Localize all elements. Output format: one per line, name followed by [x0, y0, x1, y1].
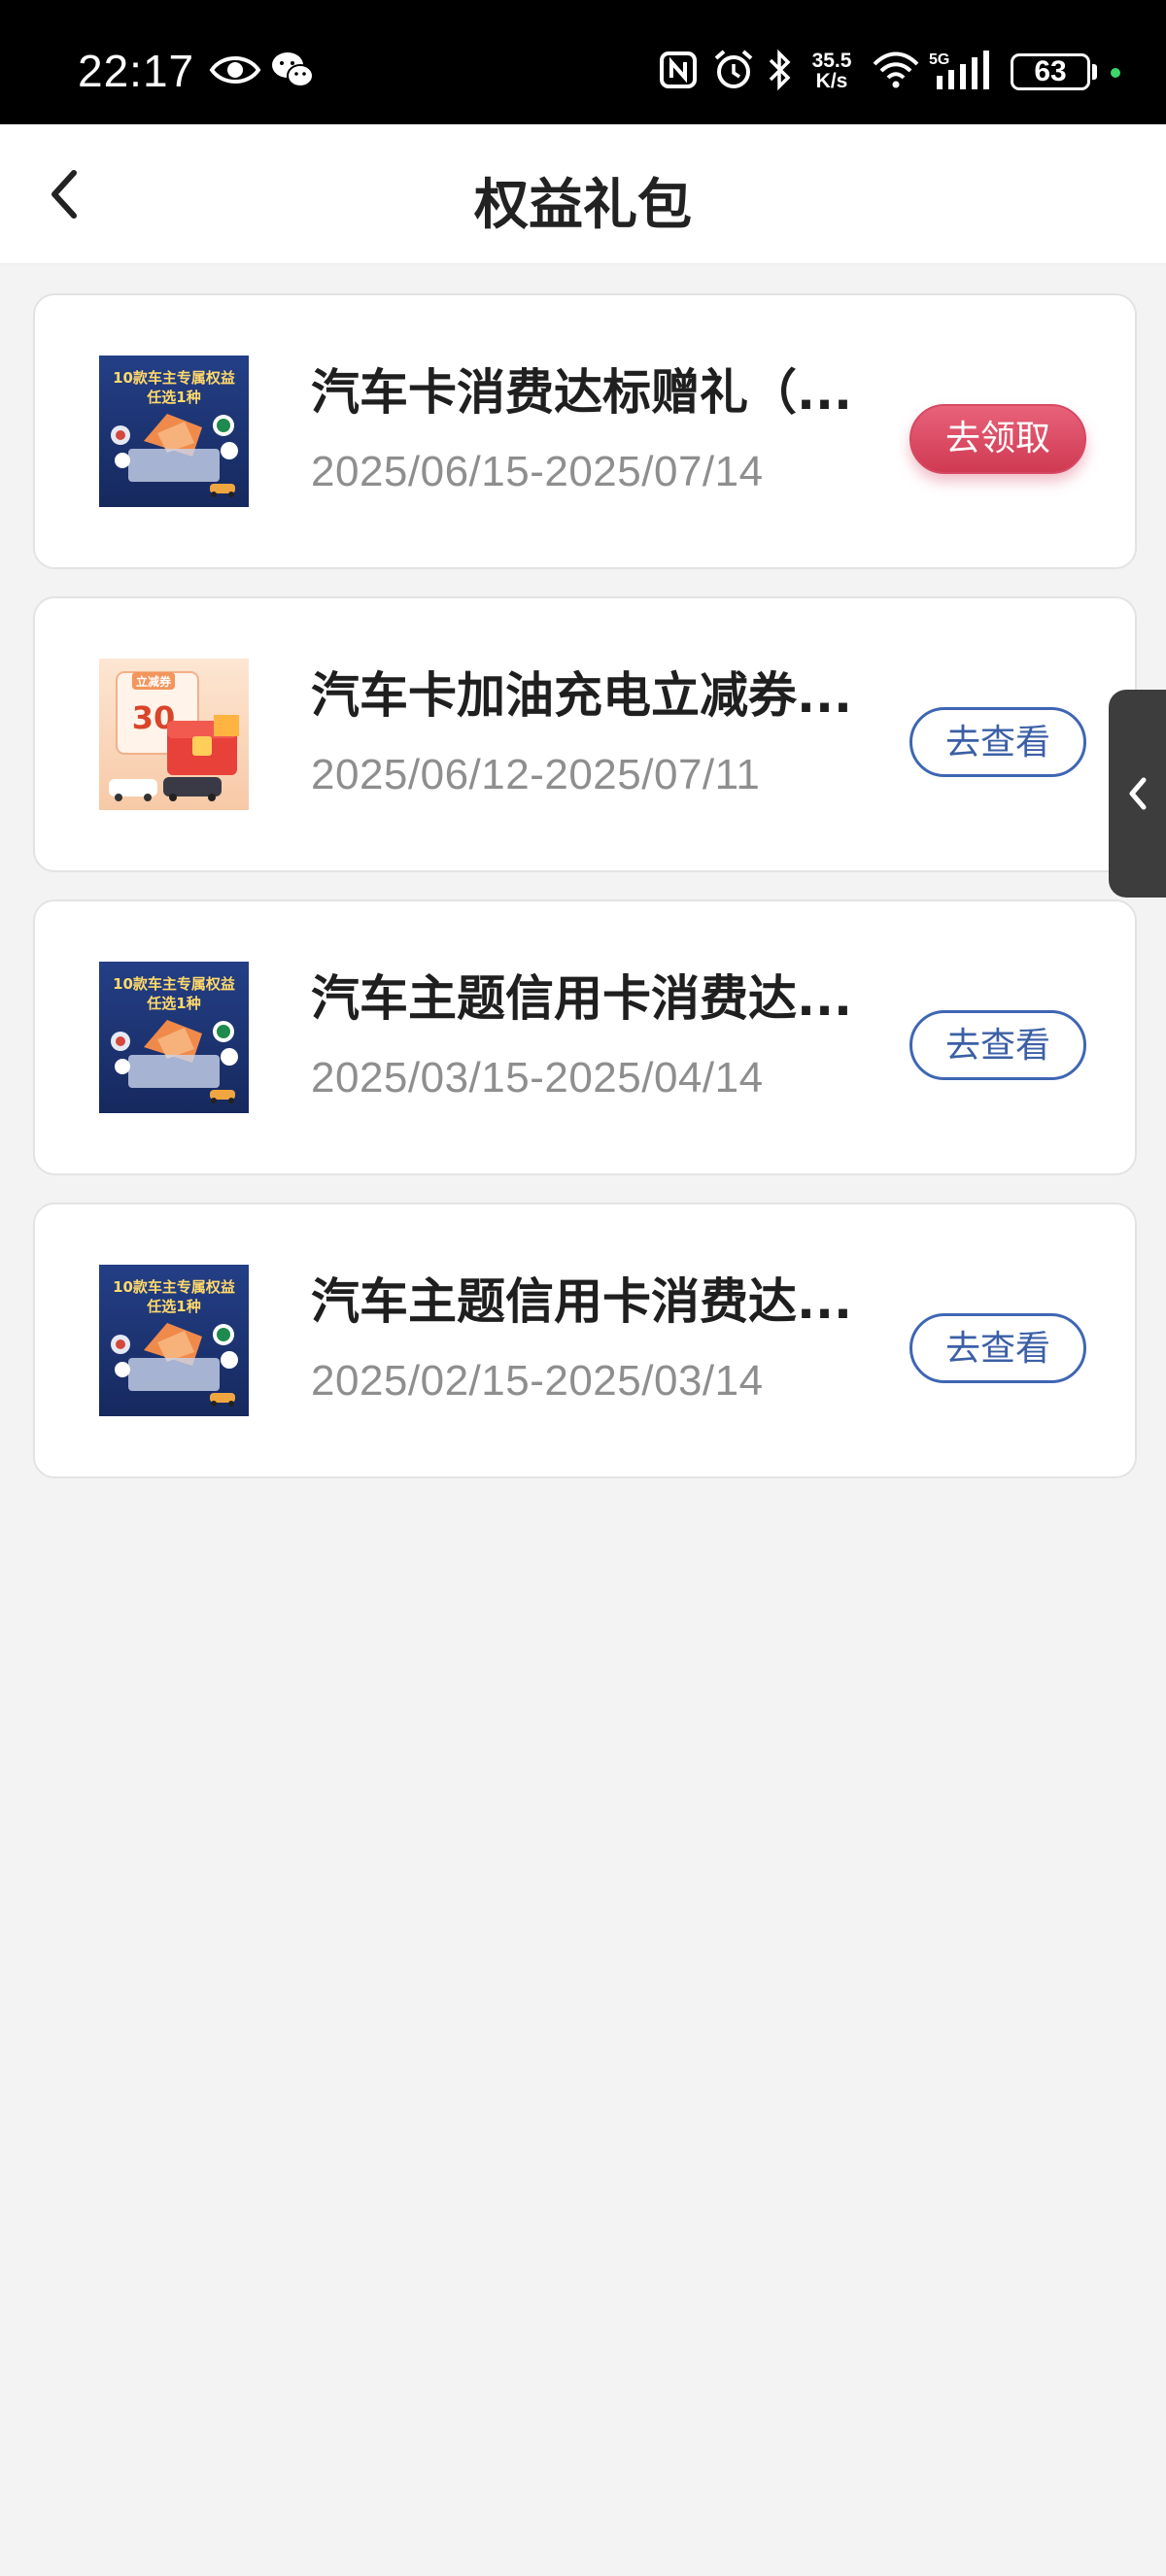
- side-drawer-handle[interactable]: [1109, 690, 1166, 898]
- package-period: 2025/02/15-2025/03/14: [311, 1357, 764, 1405]
- view-button[interactable]: 去查看: [909, 707, 1086, 777]
- svg-text:5G: 5G: [929, 51, 949, 68]
- package-card[interactable]: 10款车主专属权益 任选1种 汽车主题信用卡消费达... 2025/03/15-…: [33, 899, 1137, 1175]
- wifi-icon: [873, 51, 919, 88]
- svg-text:立减券: 立减券: [136, 674, 172, 689]
- package-thumbnail: 10款车主专属权益 任选1种: [99, 962, 249, 1113]
- package-title: 汽车卡消费达标赠礼（...: [311, 364, 852, 421]
- package-thumbnail: 10款车主专属权益 任选1种: [99, 356, 249, 507]
- package-card[interactable]: 10款车主专属权益 任选1种 汽车卡消费达标赠礼（... 2025/06/15-…: [33, 293, 1137, 569]
- package-thumbnail: 10款车主专属权益 任选1种: [99, 1265, 249, 1416]
- package-period: 2025/06/12-2025/07/11: [311, 751, 761, 798]
- page-title: 权益礼包: [474, 174, 692, 237]
- chevron-left-icon: [1129, 777, 1147, 810]
- package-title: 汽车主题信用卡消费达...: [311, 1273, 852, 1330]
- svg-text:任选1种: 任选1种: [146, 389, 200, 406]
- wechat-icon: [272, 52, 314, 87]
- eye-icon: [209, 56, 261, 84]
- package-period: 2025/06/15-2025/07/14: [311, 448, 764, 495]
- view-button[interactable]: 去查看: [909, 1313, 1086, 1383]
- svg-text:10款车主专属权益: 10款车主专属权益: [113, 975, 235, 993]
- privacy-indicator: [1111, 68, 1120, 78]
- package-card[interactable]: 10款车主专属权益 任选1种 汽车主题信用卡消费达... 2025/02/15-…: [33, 1203, 1137, 1478]
- net-speed: 35.5 K/s: [811, 50, 852, 92]
- battery-icon: 63: [1011, 53, 1090, 90]
- package-period: 2025/03/15-2025/04/14: [311, 1054, 764, 1102]
- claim-button[interactable]: 去领取: [909, 404, 1086, 474]
- nav-header: 权益礼包: [0, 124, 1166, 264]
- bluetooth-icon: [769, 49, 791, 91]
- svg-text:10款车主专属权益: 10款车主专属权益: [113, 369, 235, 387]
- package-card[interactable]: 立减券 30 汽车卡加油充电立减券... 2025/06/12-2025/07/…: [33, 596, 1137, 872]
- svg-text:任选1种: 任选1种: [146, 1298, 200, 1315]
- status-bar: 22:17 35.5 K/s 5G 63: [0, 0, 1166, 124]
- svg-text:任选1种: 任选1种: [146, 995, 200, 1012]
- alarm-icon: [714, 50, 753, 88]
- package-thumbnail: 立减券 30: [99, 659, 249, 810]
- signal-icon: 5G: [929, 51, 989, 89]
- battery-nub: [1092, 64, 1097, 80]
- nfc-icon: [660, 51, 697, 88]
- view-button[interactable]: 去查看: [909, 1010, 1086, 1080]
- status-time: 22:17: [78, 46, 195, 96]
- svg-text:10款车主专属权益: 10款车主专属权益: [113, 1278, 235, 1296]
- package-title: 汽车主题信用卡消费达...: [311, 970, 852, 1027]
- package-title: 汽车卡加油充电立减券...: [311, 667, 852, 724]
